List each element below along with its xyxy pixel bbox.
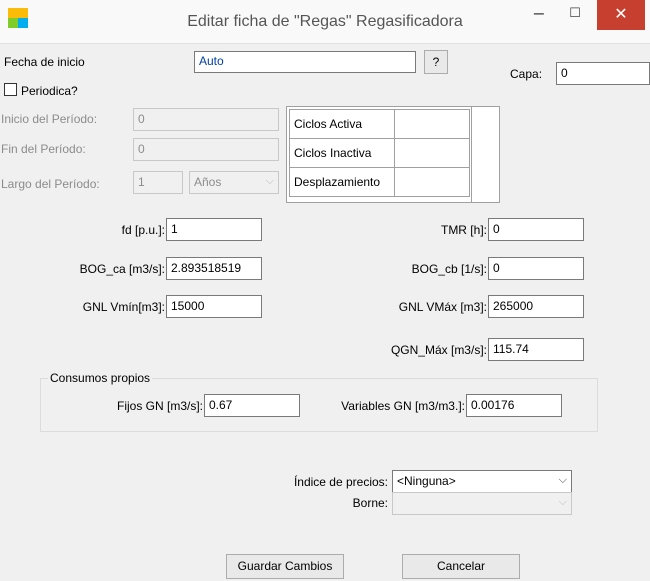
largo-periodo-input[interactable]: 1 [133,171,183,194]
largo-periodo-label: Largo del Período: [1,177,100,191]
chevron-down-icon: ⌵ [558,496,567,508]
gnl-vmin-input[interactable]: 15000 [166,295,262,318]
ciclos-row-value[interactable] [394,109,470,139]
fecha-inicio-label: Fecha de inicio [4,55,85,69]
title-bar: Editar ficha de "Regas" Regasificadora −… [0,0,650,44]
borne-label: Borne: [352,496,388,510]
help-button[interactable]: ? [424,50,448,74]
fin-periodo-input[interactable]: 0 [133,138,279,161]
periodica-checkbox[interactable] [4,83,17,96]
tmr-input[interactable]: 0 [488,218,584,241]
indice-precios-select[interactable]: <Ninguna> ⌵ [392,470,572,493]
gnl-vmax-label: GNL VMáx [m3]: [398,300,487,314]
periodo-unit-select[interactable]: Años ⌵ [189,171,279,194]
indice-precios-value: <Ninguna> [397,474,456,488]
bog-ca-label: BOG_ca [m3/s]: [79,262,165,276]
tmr-label: TMR [h]: [440,223,487,237]
fecha-inicio-input[interactable]: Auto [194,51,416,73]
chevron-down-icon: ⌵ [265,175,274,187]
ciclos-row-value[interactable] [394,138,470,168]
ciclos-row-value[interactable] [394,167,470,197]
variables-gn-label: Variables GN [m3/m3.]: [341,399,465,413]
chevron-down-icon: ⌵ [558,474,567,486]
cancelar-button[interactable]: Cancelar [402,554,520,579]
close-button[interactable]: ✕ [597,0,645,30]
fijos-gn-label: Fijos GN [m3/s]: [116,399,203,413]
gnl-vmax-input[interactable]: 265000 [488,295,584,318]
qgn-max-label: QGN_Máx [m3/s]: [390,343,487,357]
ciclos-row-label: Ciclos Inactiva [289,138,395,168]
fijos-gn-input[interactable]: 0.67 [204,394,300,417]
fd-label: fd [p.u.]: [121,223,165,237]
ciclos-grid: Ciclos Activa Ciclos Inactiva Desplazami… [286,106,500,203]
inicio-periodo-label: Inicio del Período: [1,112,98,126]
variables-gn-input[interactable]: 0.00176 [466,394,562,417]
borne-select[interactable]: ⌵ [392,492,572,515]
maximize-button[interactable]: ☐ [557,0,593,32]
periodo-unit-value: Años [194,175,222,189]
ciclos-row-label: Ciclos Activa [289,109,395,139]
qgn-max-input[interactable]: 115.74 [488,338,584,361]
fin-periodo-label: Fin del Período: [1,142,86,156]
bog-cb-label: BOG_cb [1/s]: [411,262,487,276]
capa-label: Capa: [510,67,543,81]
indice-precios-label: Índice de precios: [293,475,388,489]
bog-ca-input[interactable]: 2.893518519 [166,257,262,280]
periodica-label: Periodica? [21,84,78,98]
grid-divider [471,107,472,202]
capa-input[interactable]: 0 [556,62,650,85]
gnl-vmin-label: GNL Vmín[m3]: [82,300,165,314]
bog-cb-input[interactable]: 0 [488,257,584,280]
inicio-periodo-input[interactable]: 0 [133,108,279,131]
ciclos-row-label: Desplazamiento [289,167,395,197]
fd-input[interactable]: 1 [166,218,262,241]
consumos-propios-legend: Consumos propios [48,371,153,385]
minimize-button[interactable]: − [521,0,557,32]
guardar-cambios-button[interactable]: Guardar Cambios [226,554,344,579]
